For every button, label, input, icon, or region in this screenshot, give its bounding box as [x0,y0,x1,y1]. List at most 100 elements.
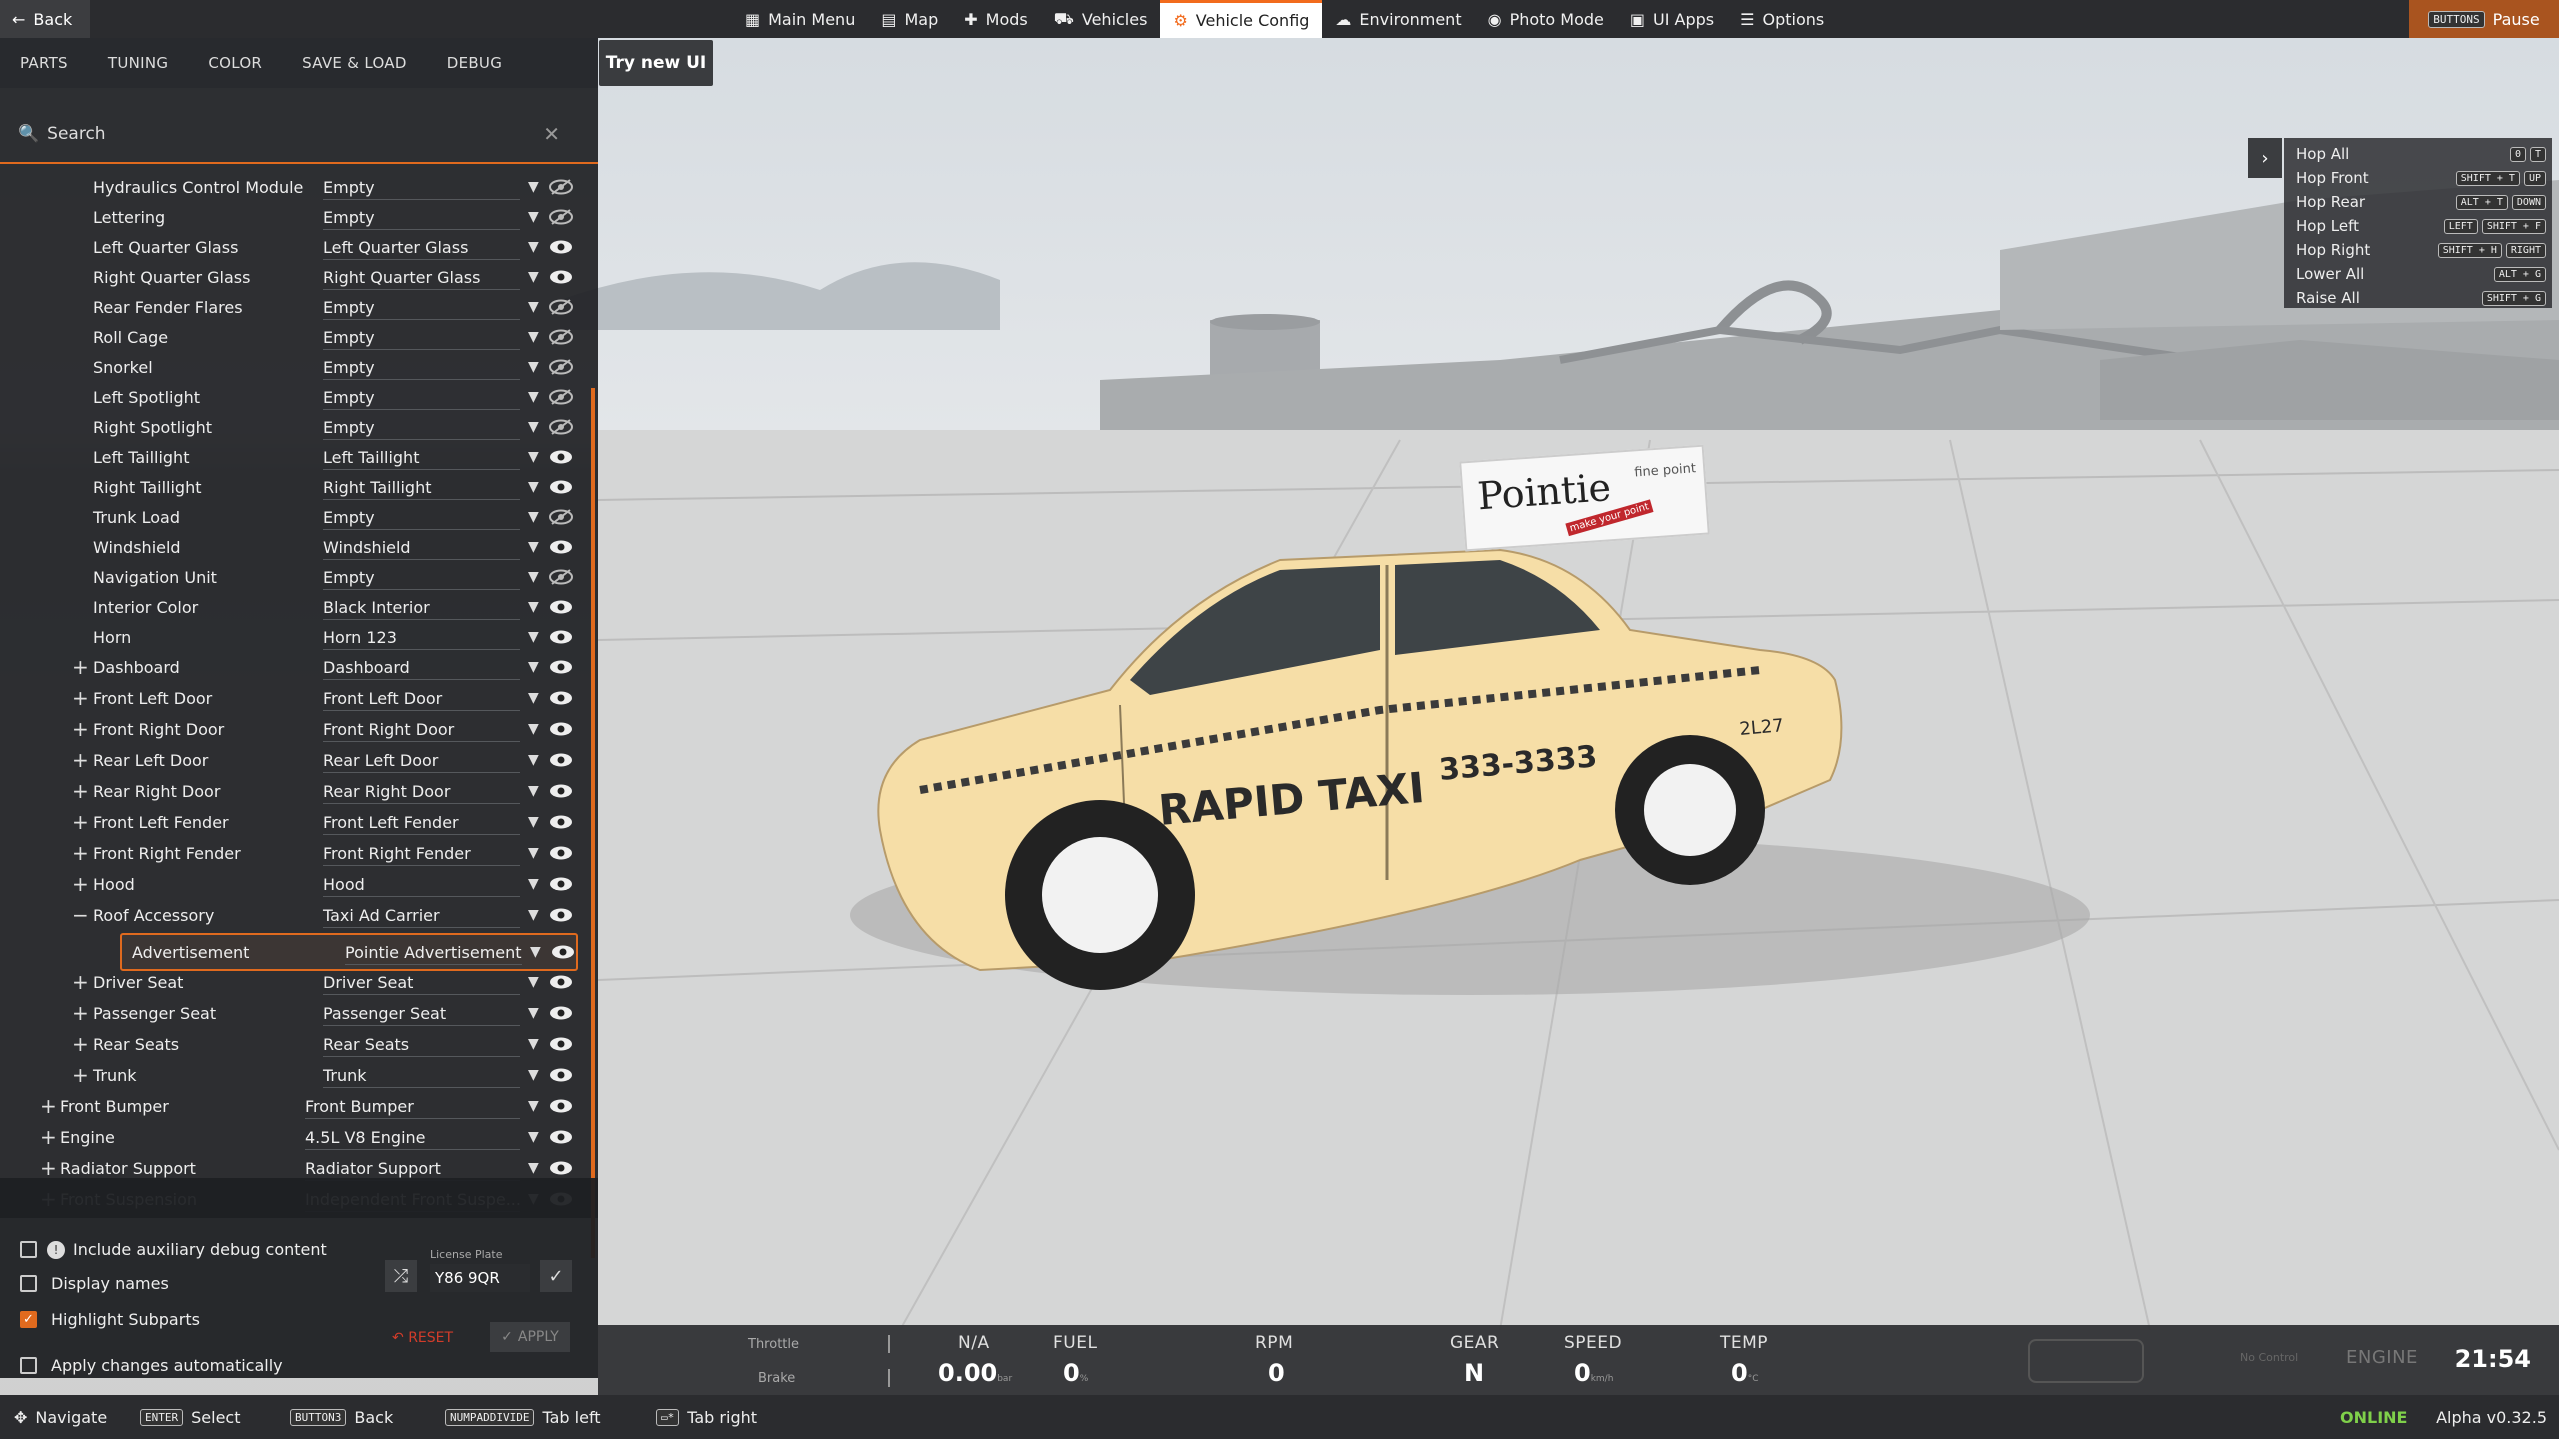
chevron-down-icon[interactable]: ▼ [528,239,539,255]
chevron-down-icon[interactable]: ▼ [528,974,539,990]
eye-icon[interactable] [549,269,573,285]
chevron-down-icon[interactable]: ▼ [528,1129,539,1145]
nav-main-menu[interactable]: ▦ Main Menu [732,0,868,38]
tab-tuning[interactable]: TUNING [88,54,188,72]
hop-row[interactable]: Hop Rear ALT + T DOWN [2296,190,2546,214]
license-plate-input[interactable]: Y86 9QR [430,1264,530,1292]
eye-off-icon[interactable] [549,329,573,345]
part-select[interactable]: Windshield [323,534,520,560]
hop-row[interactable]: Raise All SHIFT + G [2296,286,2546,310]
part-select[interactable]: Taxi Ad Carrier [323,902,520,928]
part-select[interactable]: Rear Seats [323,1031,520,1057]
eye-icon[interactable] [549,239,573,255]
pause-button[interactable]: BUTTONS Pause [2409,0,2559,38]
eye-off-icon[interactable] [549,389,573,405]
part-select[interactable]: Front Right Fender [323,840,520,866]
hop-panel-toggle[interactable]: › [2248,138,2282,178]
part-row[interactable]: + Hood Hood ▼ [0,869,585,899]
part-row[interactable]: + Passenger Seat Passenger Seat ▼ [0,998,585,1028]
eye-icon[interactable] [549,1005,573,1021]
expand-icon[interactable]: + [72,1001,89,1025]
eye-icon[interactable] [549,783,573,799]
eye-icon[interactable] [549,1129,573,1145]
part-row[interactable]: + Engine 4.5L V8 Engine ▼ [0,1122,585,1152]
tab-parts[interactable]: PARTS [0,54,88,72]
nav-environment[interactable]: ☁ Environment [1322,0,1474,38]
part-row[interactable]: Right Spotlight Empty ▼ [0,412,585,442]
search-bar[interactable]: 🔍 Search ✕ [0,106,598,164]
apply-auto-checkbox[interactable] [20,1357,37,1374]
tree-scrollbar[interactable] [591,388,595,1258]
eye-off-icon[interactable] [549,359,573,375]
part-select[interactable]: Empty [323,384,520,410]
eye-icon[interactable] [549,599,573,615]
eye-icon[interactable] [549,752,573,768]
tab-debug[interactable]: DEBUG [427,54,522,72]
part-select[interactable]: Front Left Fender [323,809,520,835]
eye-icon[interactable] [549,1098,573,1114]
taxi-car[interactable]: RAPID TAXI 333-3333 2L27 [860,440,1860,1000]
part-select[interactable]: Front Bumper [305,1093,520,1119]
aux-debug-checkbox[interactable] [20,1241,37,1258]
reset-button[interactable]: ↶ RESET [392,1330,453,1346]
chevron-down-icon[interactable]: ▼ [528,721,539,737]
eye-off-icon[interactable] [549,209,573,225]
chevron-down-icon[interactable]: ▼ [528,209,539,225]
search-input[interactable]: Search [47,124,105,144]
expand-icon[interactable]: + [72,748,89,772]
part-row[interactable]: + Rear Left Door Rear Left Door ▼ [0,745,585,775]
part-row[interactable]: + Dashboard Dashboard ▼ [0,652,585,682]
highlight-subparts-option[interactable]: ✓ Highlight Subparts [20,1310,200,1329]
chevron-down-icon[interactable]: ▼ [528,1098,539,1114]
part-row[interactable]: + Front Right Door Front Right Door ▼ [0,714,585,744]
chevron-down-icon[interactable]: ▼ [528,269,539,285]
nav-map[interactable]: ▤ Map [868,0,951,38]
part-row[interactable]: Rear Fender Flares Empty ▼ [0,292,585,322]
tab-color[interactable]: COLOR [188,54,282,72]
chevron-down-icon[interactable]: ▼ [528,479,539,495]
part-row[interactable]: Left Quarter Glass Left Quarter Glass ▼ [0,232,585,262]
apply-auto-option[interactable]: Apply changes automatically [20,1356,283,1375]
part-select[interactable]: Right Taillight [323,474,520,500]
part-select[interactable]: Driver Seat [323,969,520,995]
chevron-down-icon[interactable]: ▼ [530,944,541,960]
chevron-down-icon[interactable]: ▼ [528,1160,539,1176]
nav-vehicle-config[interactable]: ⚙ Vehicle Config [1160,0,1323,38]
chevron-down-icon[interactable]: ▼ [528,814,539,830]
nav-mods[interactable]: ✚ Mods [951,0,1041,38]
chevron-down-icon[interactable]: ▼ [528,659,539,675]
eye-icon[interactable] [549,974,573,990]
nav-photo-mode[interactable]: ◉ Photo Mode [1475,0,1617,38]
nav-options[interactable]: ☰ Options [1727,0,1837,38]
part-row[interactable]: Left Taillight Left Taillight ▼ [0,442,585,472]
part-row[interactable]: − Roof Accessory Taxi Ad Carrier ▼ [0,900,585,930]
chevron-down-icon[interactable]: ▼ [528,569,539,585]
expand-icon[interactable]: + [72,686,89,710]
highlight-subparts-checkbox[interactable]: ✓ [20,1311,37,1328]
eye-off-icon[interactable] [549,419,573,435]
eye-off-icon[interactable] [549,509,573,525]
part-select[interactable]: Rear Left Door [323,747,520,773]
chevron-down-icon[interactable]: ▼ [528,419,539,435]
tab-save-load[interactable]: SAVE & LOAD [282,54,427,72]
part-select[interactable]: Empty [323,174,520,200]
part-select[interactable]: Dashboard [323,654,520,680]
part-select[interactable]: Hood [323,871,520,897]
expand-icon[interactable]: + [72,841,89,865]
random-plate-button[interactable]: ⤮ [385,1260,417,1292]
expand-icon[interactable]: + [72,970,89,994]
chevron-down-icon[interactable]: ▼ [528,539,539,555]
part-row[interactable]: + Rear Seats Rear Seats ▼ [0,1029,585,1059]
part-select[interactable]: Front Right Door [323,716,520,742]
part-select[interactable]: Empty [323,354,520,380]
part-row[interactable]: Snorkel Empty ▼ [0,352,585,382]
part-row[interactable]: Left Spotlight Empty ▼ [0,382,585,412]
part-row[interactable]: Interior Color Black Interior ▼ [0,592,585,622]
eye-off-icon[interactable] [549,299,573,315]
part-row[interactable]: + Front Left Door Front Left Door ▼ [0,683,585,713]
eye-icon[interactable] [549,629,573,645]
part-row[interactable]: + Rear Right Door Rear Right Door ▼ [0,776,585,806]
part-row[interactable]: Navigation Unit Empty ▼ [0,562,585,592]
part-select[interactable]: Right Quarter Glass [323,264,520,290]
part-select[interactable]: Front Left Door [323,685,520,711]
